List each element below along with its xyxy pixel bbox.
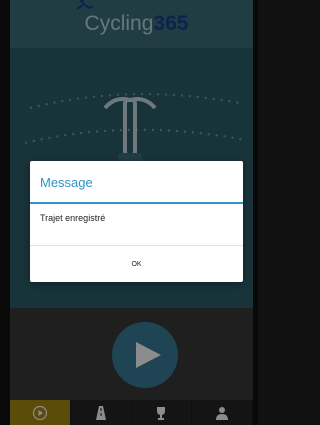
ok-button[interactable]: OK xyxy=(30,247,243,282)
dialog-title: Message xyxy=(40,175,93,190)
dialog-message: Trajet enregistré xyxy=(40,213,106,223)
message-dialog: Message Trajet enregistré OK xyxy=(30,161,243,282)
dialog-button-separator xyxy=(30,245,243,246)
dialog-divider xyxy=(30,202,243,204)
